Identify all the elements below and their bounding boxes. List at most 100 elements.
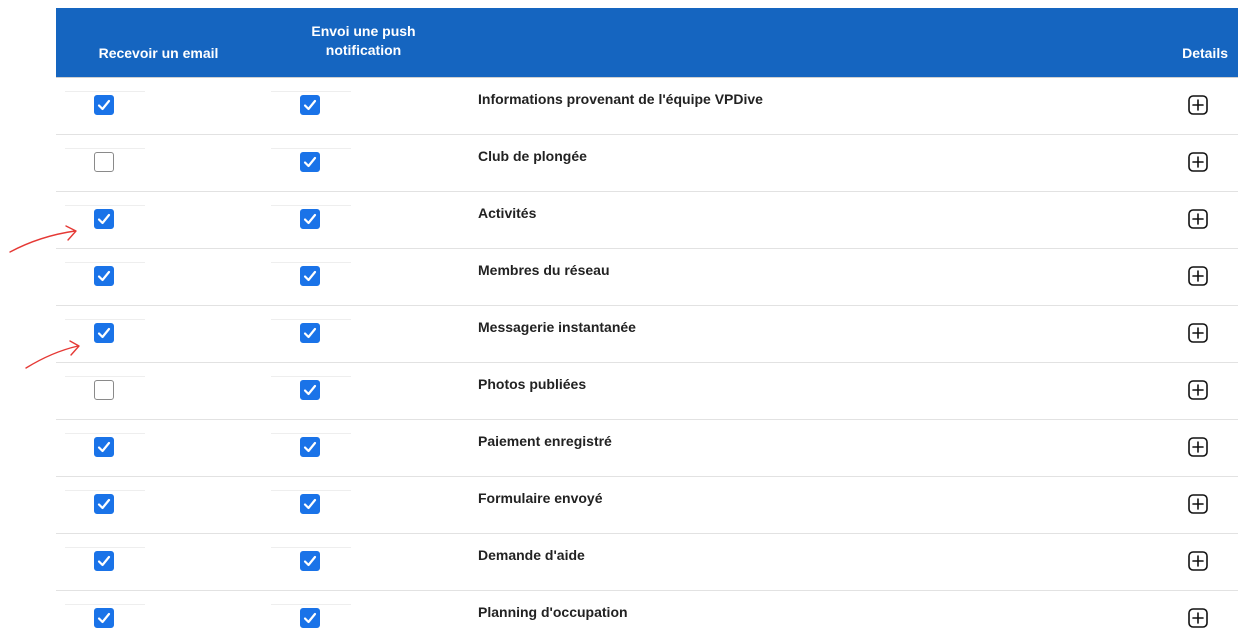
details-expand-button[interactable] (1188, 380, 1208, 400)
notification-settings-page: Recevoir un email Envoi une push notific… (0, 0, 1243, 633)
table-row: Informations provenant de l'équipe VPDiv… (56, 77, 1238, 135)
email-checkbox-cell (94, 152, 116, 174)
plus-square-icon (1188, 608, 1208, 628)
push-cell-divider (271, 490, 351, 491)
table-row: Membres du réseau (56, 249, 1238, 306)
push-checkbox-cell (300, 551, 322, 573)
plus-square-icon (1188, 437, 1208, 457)
check-icon (303, 384, 317, 396)
plus-square-icon (1188, 152, 1208, 172)
table-row: Messagerie instantanée (56, 306, 1238, 363)
push-cell-divider (271, 91, 351, 92)
plus-square-icon (1188, 551, 1208, 571)
check-icon (97, 99, 111, 111)
table-row: Formulaire envoyé (56, 477, 1238, 534)
push-cell-divider (271, 262, 351, 263)
email-checkbox-checked[interactable] (94, 608, 114, 628)
push-checkbox-checked[interactable] (300, 494, 320, 514)
check-icon (303, 441, 317, 453)
email-cell-divider (65, 91, 145, 92)
plus-square-icon (1188, 494, 1208, 514)
check-icon (303, 555, 317, 567)
email-checkbox-unchecked[interactable] (94, 380, 114, 400)
details-expand-button[interactable] (1188, 323, 1208, 343)
push-checkbox-checked[interactable] (300, 608, 320, 628)
check-icon (97, 213, 111, 225)
plus-square-icon (1188, 209, 1208, 229)
email-cell-divider (65, 433, 145, 434)
table-header: Recevoir un email Envoi une push notific… (56, 8, 1238, 77)
email-checkbox-checked[interactable] (94, 437, 114, 457)
push-checkbox-checked[interactable] (300, 323, 320, 343)
email-checkbox-checked[interactable] (94, 551, 114, 571)
notification-type-label: Demande d'aide (478, 547, 585, 563)
notification-type-label: Formulaire envoyé (478, 490, 603, 506)
notification-type-label: Messagerie instantanée (478, 319, 636, 335)
details-expand-button[interactable] (1188, 95, 1208, 115)
email-checkbox-checked[interactable] (94, 494, 114, 514)
email-cell-divider (65, 376, 145, 377)
push-cell-divider (271, 148, 351, 149)
push-cell-divider (271, 319, 351, 320)
table-row: Demande d'aide (56, 534, 1238, 591)
push-checkbox-cell (300, 494, 322, 516)
details-expand-button[interactable] (1188, 209, 1208, 229)
details-expand-button[interactable] (1188, 551, 1208, 571)
check-icon (303, 213, 317, 225)
email-cell-divider (65, 547, 145, 548)
email-cell-divider (65, 205, 145, 206)
push-checkbox-checked[interactable] (300, 551, 320, 571)
header-push-line2: notification (325, 42, 402, 58)
header-email-column: Recevoir un email (98, 45, 219, 61)
push-checkbox-checked[interactable] (300, 209, 320, 229)
notification-type-label: Informations provenant de l'équipe VPDiv… (478, 91, 763, 107)
push-checkbox-checked[interactable] (300, 95, 320, 115)
check-icon (303, 498, 317, 510)
push-cell-divider (271, 604, 351, 605)
details-expand-button[interactable] (1188, 152, 1208, 172)
table-row: Paiement enregistré (56, 420, 1238, 477)
push-checkbox-checked[interactable] (300, 380, 320, 400)
email-checkbox-cell (94, 494, 116, 516)
email-checkbox-unchecked[interactable] (94, 152, 114, 172)
check-icon (303, 99, 317, 111)
check-icon (303, 327, 317, 339)
push-checkbox-checked[interactable] (300, 437, 320, 457)
header-details-column: Details (1182, 45, 1228, 61)
email-checkbox-cell (94, 551, 116, 573)
push-cell-divider (271, 547, 351, 548)
details-expand-button[interactable] (1188, 266, 1208, 286)
plus-square-icon (1188, 323, 1208, 343)
email-checkbox-cell (94, 437, 116, 459)
push-checkbox-cell (300, 323, 322, 345)
email-checkbox-checked[interactable] (94, 266, 114, 286)
table-row: Activités (56, 192, 1238, 249)
push-cell-divider (271, 433, 351, 434)
email-checkbox-cell (94, 608, 116, 630)
push-checkbox-cell (300, 266, 322, 288)
details-expand-button[interactable] (1188, 494, 1208, 514)
table-row: Club de plongée (56, 135, 1238, 192)
email-cell-divider (65, 490, 145, 491)
email-checkbox-checked[interactable] (94, 209, 114, 229)
details-expand-button[interactable] (1188, 437, 1208, 457)
email-cell-divider (65, 148, 145, 149)
email-checkbox-cell (94, 95, 116, 117)
push-checkbox-cell (300, 95, 322, 117)
header-push-line1: Envoi une push (311, 23, 416, 39)
email-checkbox-checked[interactable] (94, 323, 114, 343)
push-checkbox-checked[interactable] (300, 152, 320, 172)
email-cell-divider (65, 604, 145, 605)
push-cell-divider (271, 376, 351, 377)
details-expand-button[interactable] (1188, 608, 1208, 628)
email-cell-divider (65, 319, 145, 320)
push-checkbox-cell (300, 437, 322, 459)
push-checkbox-cell (300, 380, 322, 402)
push-cell-divider (271, 205, 351, 206)
push-checkbox-checked[interactable] (300, 266, 320, 286)
push-checkbox-cell (300, 209, 322, 231)
check-icon (303, 156, 317, 168)
table-body: Informations provenant de l'équipe VPDiv… (56, 77, 1238, 633)
email-checkbox-checked[interactable] (94, 95, 114, 115)
email-checkbox-cell (94, 380, 116, 402)
